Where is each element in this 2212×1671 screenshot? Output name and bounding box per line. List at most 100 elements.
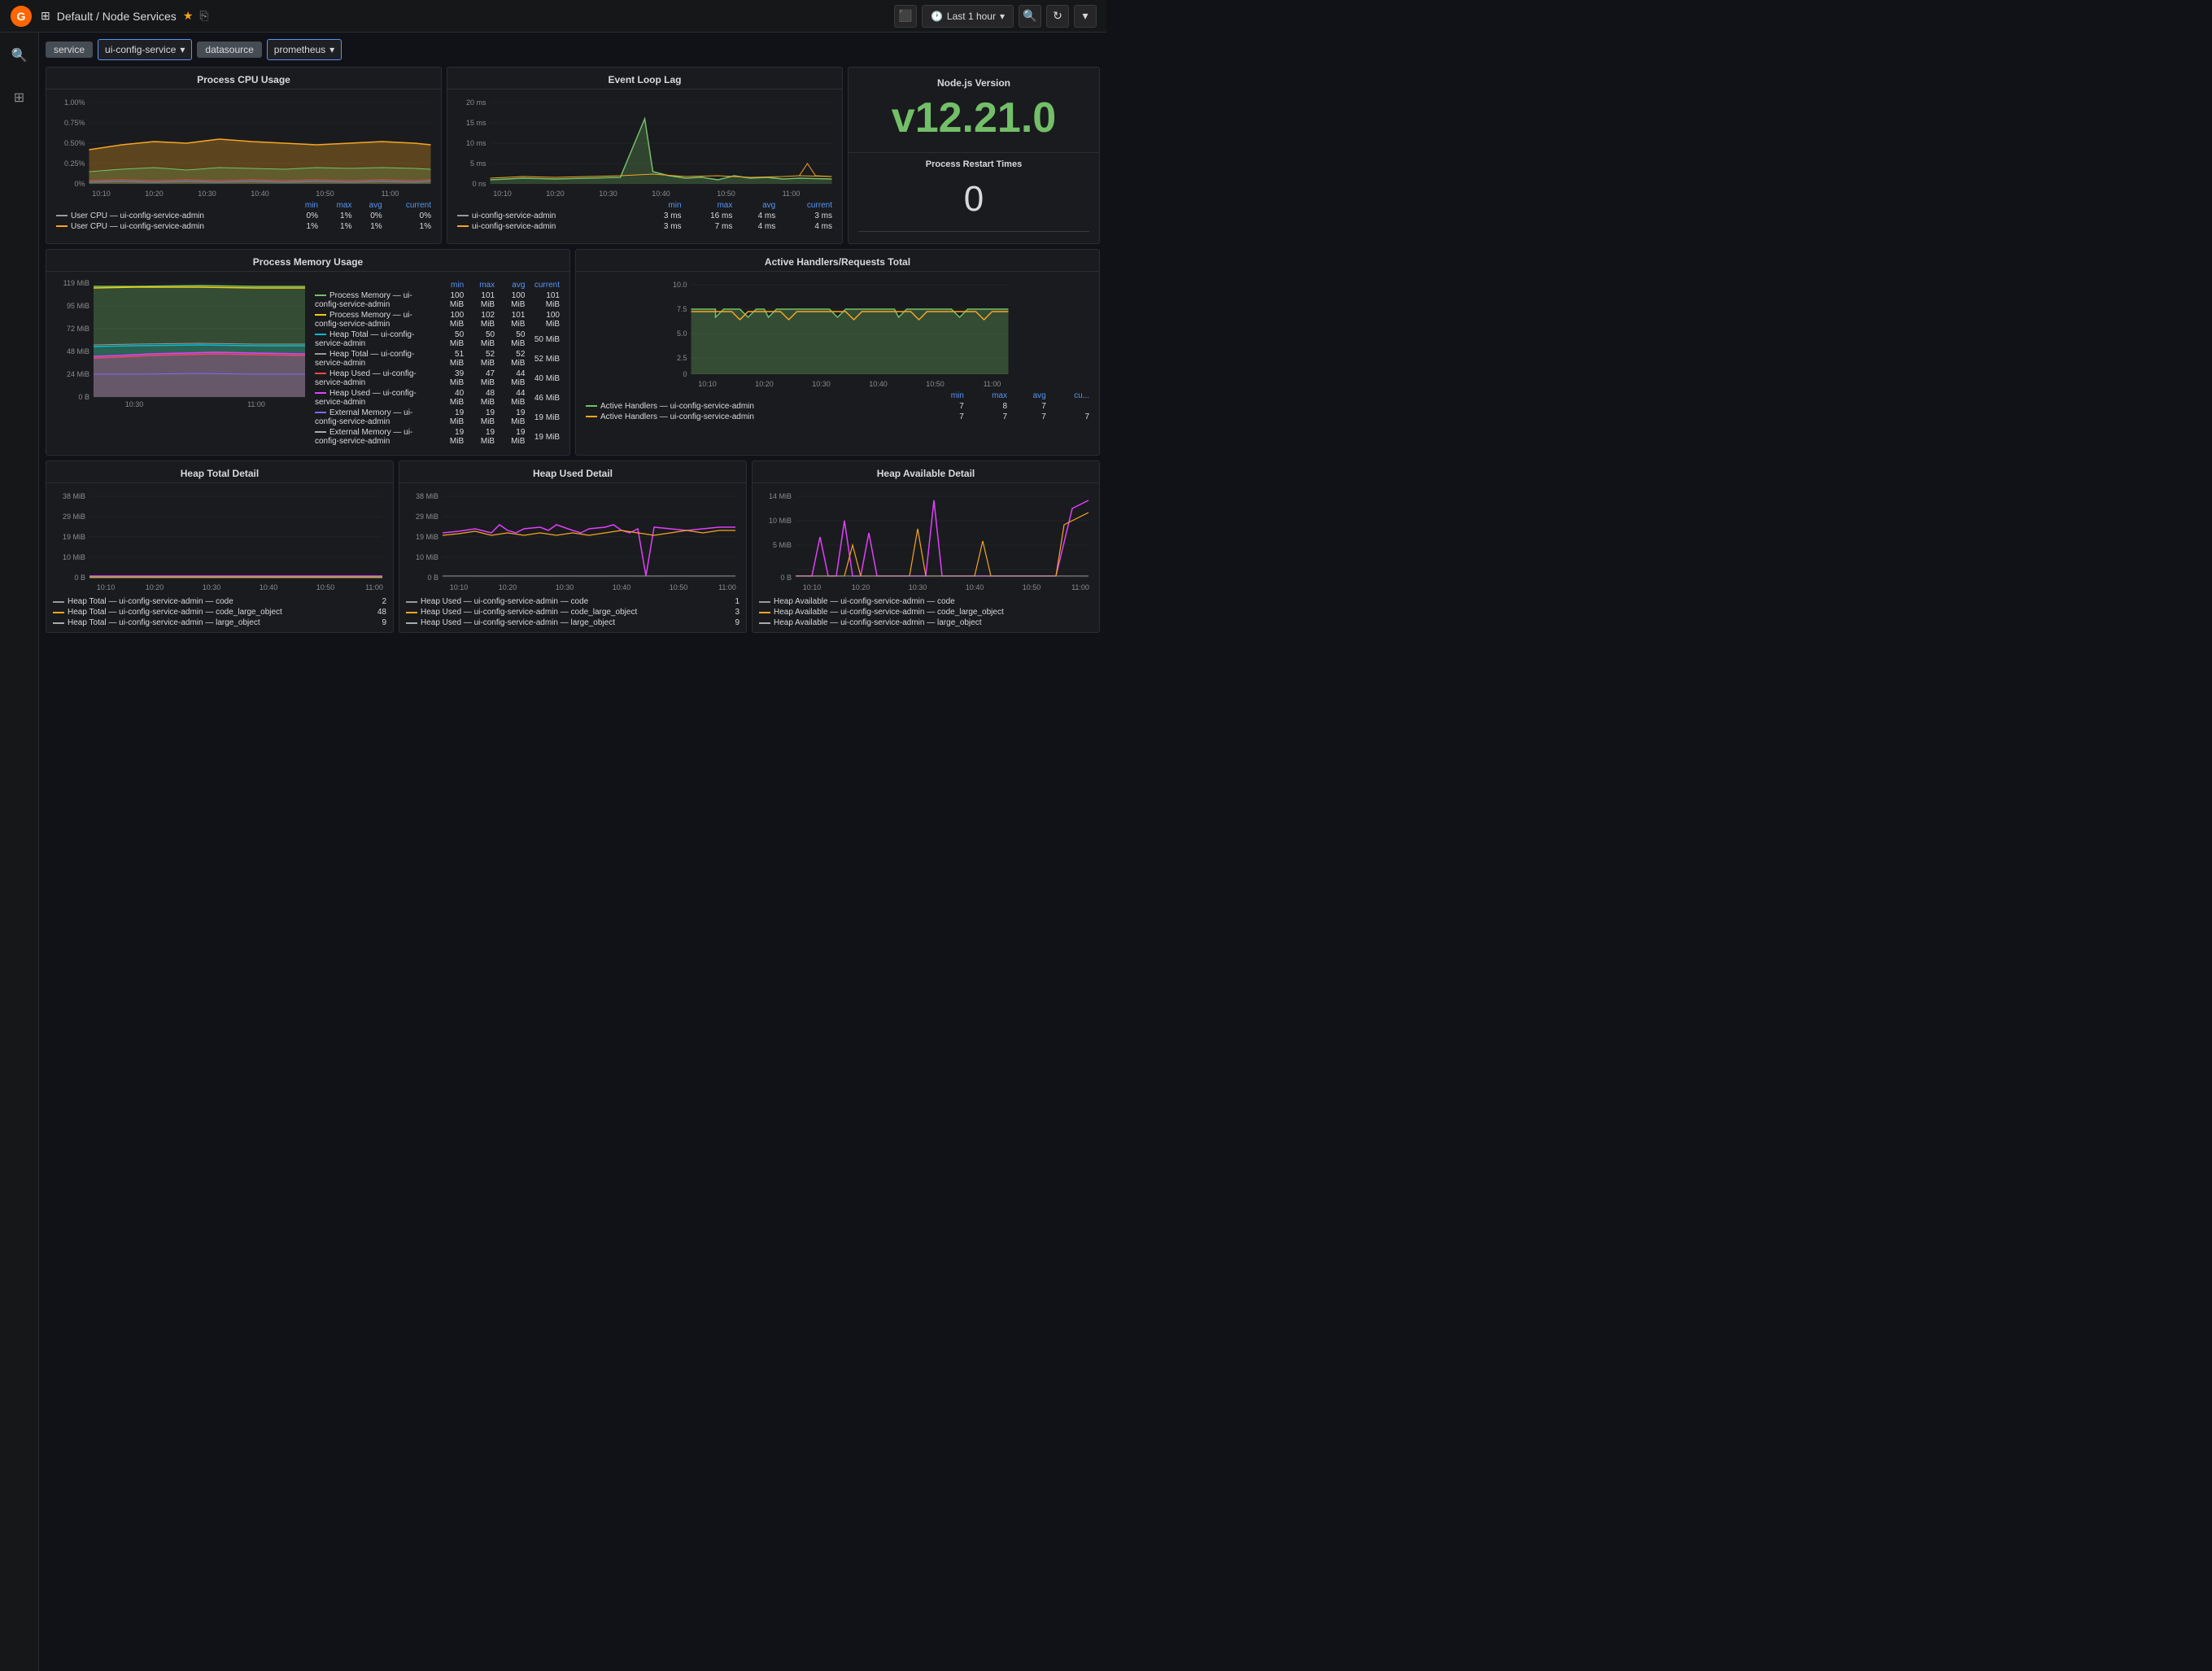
service-filter-label: service bbox=[46, 41, 93, 58]
heap-available-panel: Heap Available Detail 14 MiB 10 MiB 5 Mi… bbox=[752, 460, 1100, 633]
svg-text:29 MiB: 29 MiB bbox=[416, 513, 438, 521]
svg-text:10:10: 10:10 bbox=[450, 583, 469, 591]
svg-text:0 ns: 0 ns bbox=[472, 180, 486, 188]
svg-text:10:10: 10:10 bbox=[493, 190, 512, 198]
filter-bar: service ui-config-service ▾ datasource p… bbox=[46, 39, 1100, 60]
svg-text:0.25%: 0.25% bbox=[64, 159, 85, 168]
restart-value: 0 bbox=[858, 172, 1089, 226]
svg-text:15 ms: 15 ms bbox=[466, 119, 486, 127]
svg-text:0.50%: 0.50% bbox=[64, 139, 85, 147]
svg-text:10:10: 10:10 bbox=[803, 583, 822, 591]
svg-text:10 MiB: 10 MiB bbox=[769, 517, 792, 525]
heap-total-title: Heap Total Detail bbox=[46, 461, 393, 483]
active-handlers-chart: 10.0 7.5 5.0 2.5 0 10:10 10:20 10:30 10:… bbox=[582, 277, 1093, 390]
heap-available-title: Heap Available Detail bbox=[753, 461, 1099, 483]
layout: 🔍 ⊞ service ui-config-service ▾ datasour… bbox=[0, 33, 1106, 1671]
svg-text:10 MiB: 10 MiB bbox=[416, 553, 438, 561]
heap-used-body: 38 MiB 29 MiB 19 MiB 10 MiB 0 B 10:10 10… bbox=[399, 483, 746, 632]
svg-text:11:00: 11:00 bbox=[1071, 583, 1089, 591]
nodejs-section: Node.js Version v12.21.0 bbox=[849, 68, 1099, 153]
svg-text:0 B: 0 B bbox=[78, 393, 89, 401]
service-filter-select[interactable]: ui-config-service ▾ bbox=[98, 39, 192, 60]
heap-used-panel: Heap Used Detail 38 MiB 29 MiB 19 MiB 10… bbox=[399, 460, 747, 633]
memory-legend-col: min max avg current Process Memory — ui-… bbox=[305, 277, 563, 450]
svg-text:10:20: 10:20 bbox=[146, 583, 164, 591]
heap-total-body: 38 MiB 29 MiB 19 MiB 10 MiB 0 B 10:10 10… bbox=[46, 483, 393, 632]
memory-title: Process Memory Usage bbox=[46, 250, 569, 272]
svg-text:1.00%: 1.00% bbox=[64, 98, 85, 107]
list-item: Heap Available — ui-config-service-admin… bbox=[759, 608, 1093, 617]
event-loop-chart: 20 ms 15 ms 10 ms 5 ms 0 ns 10:10 10:20 … bbox=[454, 94, 835, 200]
table-row: User CPU — ui-config-service-admin 0%1%0… bbox=[53, 211, 434, 221]
refresh-button[interactable]: ↻ bbox=[1046, 5, 1069, 28]
heap-used-title: Heap Used Detail bbox=[399, 461, 746, 483]
tv-mode-button[interactable]: ⬛ bbox=[894, 5, 917, 28]
cpu-usage-legend: min max avg current User CPU — ui-config… bbox=[53, 200, 434, 232]
svg-text:10:30: 10:30 bbox=[556, 583, 574, 591]
svg-text:10:20: 10:20 bbox=[499, 583, 517, 591]
list-item: Heap Used — ui-config-service-admin — co… bbox=[406, 608, 740, 617]
table-row: ui-config-service-admin 3 ms16 ms4 ms3 m… bbox=[454, 211, 835, 221]
svg-text:11:00: 11:00 bbox=[382, 190, 399, 198]
time-range-label: Last 1 hour bbox=[947, 11, 996, 22]
handlers-legend: min max avg cu... Active Handlers — ui-c… bbox=[582, 390, 1093, 422]
nodejs-title: Node.js Version bbox=[858, 77, 1089, 89]
restart-title: Process Restart Times bbox=[858, 159, 1089, 169]
svg-text:38 MiB: 38 MiB bbox=[416, 492, 438, 500]
list-item: Heap Used — ui-config-service-admin — la… bbox=[406, 618, 740, 627]
active-handlers-body: 10.0 7.5 5.0 2.5 0 10:10 10:20 10:30 10:… bbox=[576, 272, 1099, 427]
svg-text:10:10: 10:10 bbox=[97, 583, 116, 591]
svg-text:11:00: 11:00 bbox=[783, 190, 801, 198]
settings-dropdown[interactable]: ▾ bbox=[1074, 5, 1097, 28]
heap-used-chart: 38 MiB 29 MiB 19 MiB 10 MiB 0 B 10:10 10… bbox=[406, 488, 740, 594]
svg-text:0 B: 0 B bbox=[427, 574, 438, 582]
table-row: Process Memory — ui-config-service-admin… bbox=[312, 310, 563, 329]
cpu-legend-current-header: current bbox=[386, 200, 434, 211]
svg-text:19 MiB: 19 MiB bbox=[63, 533, 85, 541]
svg-text:11:00: 11:00 bbox=[984, 380, 1001, 388]
row3: Heap Total Detail 38 MiB 29 MiB 19 MiB 1… bbox=[46, 460, 1100, 633]
event-loop-body: 20 ms 15 ms 10 ms 5 ms 0 ns 10:10 10:20 … bbox=[447, 89, 842, 237]
datasource-chevron-icon: ▾ bbox=[329, 44, 334, 55]
heap-total-chart: 38 MiB 29 MiB 19 MiB 10 MiB 0 B 10:10 10… bbox=[53, 488, 386, 594]
heap-available-legend: Heap Available — ui-config-service-admin… bbox=[759, 597, 1093, 627]
memory-panel: Process Memory Usage 119 MiB bbox=[46, 249, 570, 456]
svg-text:10:50: 10:50 bbox=[717, 190, 735, 198]
svg-text:2.5: 2.5 bbox=[677, 354, 687, 362]
datasource-filter-select[interactable]: prometheus ▾ bbox=[267, 39, 342, 60]
cpu-usage-panel: Process CPU Usage 1.00% 0.75% 0.50% 0.25… bbox=[46, 67, 442, 244]
svg-text:11:00: 11:00 bbox=[247, 400, 265, 407]
star-icon[interactable]: ★ bbox=[183, 9, 194, 23]
table-row: Active Handlers — ui-config-service-admi… bbox=[582, 401, 1093, 412]
svg-text:95 MiB: 95 MiB bbox=[67, 302, 89, 310]
chevron-down-icon: ▾ bbox=[1000, 11, 1005, 22]
heap-total-legend: Heap Total — ui-config-service-admin — c… bbox=[53, 597, 386, 627]
svg-text:0.75%: 0.75% bbox=[64, 119, 85, 127]
svg-text:11:00: 11:00 bbox=[365, 583, 383, 591]
table-row: Heap Total — ui-config-service-admin 50 … bbox=[312, 329, 563, 349]
main-content: service ui-config-service ▾ datasource p… bbox=[39, 33, 1106, 1671]
search-button[interactable]: 🔍 bbox=[1019, 5, 1041, 28]
svg-text:10:20: 10:20 bbox=[546, 190, 565, 198]
list-item: Heap Available — ui-config-service-admin… bbox=[759, 597, 1093, 606]
table-row: Heap Used — ui-config-service-admin 40 M… bbox=[312, 388, 563, 408]
cpu-usage-chart: 1.00% 0.75% 0.50% 0.25% 0% 10:10 10:20 1… bbox=[53, 94, 434, 200]
event-loop-legend: min max avg current ui-config-service-ad… bbox=[454, 200, 835, 232]
nodejs-version: v12.21.0 bbox=[858, 94, 1089, 142]
sidebar-search-icon[interactable]: 🔍 bbox=[5, 41, 34, 70]
heap-available-chart: 14 MiB 10 MiB 5 MiB 0 B 10:10 10:20 10:3… bbox=[759, 488, 1093, 594]
sidebar-dashboards-icon[interactable]: ⊞ bbox=[5, 83, 34, 112]
topbar-title: ⊞ Default / Node Services ★ ⎘ bbox=[41, 9, 886, 23]
svg-text:29 MiB: 29 MiB bbox=[63, 513, 85, 521]
share-icon[interactable]: ⎘ bbox=[199, 9, 208, 23]
svg-text:19 MiB: 19 MiB bbox=[416, 533, 438, 541]
svg-text:10:30: 10:30 bbox=[599, 190, 617, 198]
svg-text:7.5: 7.5 bbox=[677, 305, 687, 313]
cpu-legend-min-header: min bbox=[291, 200, 321, 211]
table-row: Heap Total — ui-config-service-admin 51 … bbox=[312, 349, 563, 369]
time-range-button[interactable]: 🕐 Last 1 hour ▾ bbox=[922, 5, 1014, 28]
active-handlers-panel: Active Handlers/Requests Total 10.0 7.5 … bbox=[575, 249, 1100, 456]
svg-text:10:10: 10:10 bbox=[92, 190, 111, 198]
svg-text:10 ms: 10 ms bbox=[466, 139, 486, 147]
svg-text:10:40: 10:40 bbox=[869, 380, 888, 388]
